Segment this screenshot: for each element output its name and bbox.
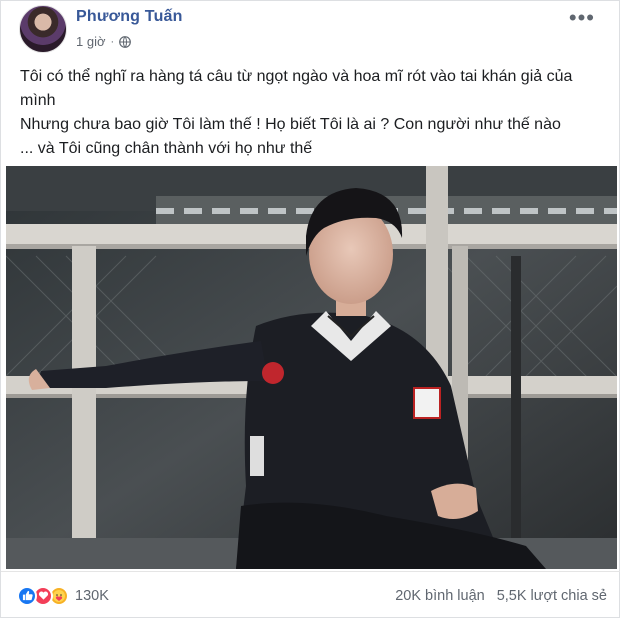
reactions-summary[interactable]: 130K (17, 585, 109, 606)
post-meta: Phương Tuấn 1 giờ · (76, 8, 183, 49)
comment-count-link[interactable]: 20K bình luận (395, 588, 485, 604)
separator-dot: · (110, 35, 115, 48)
like-icon (17, 585, 37, 606)
post-footer: 130K 20K bình luận 5,5K lượt chia sẻ (1, 571, 620, 618)
post-text: Tôi có thể nghĩ ra hàng tá câu từ ngọt n… (20, 65, 610, 161)
globe-icon[interactable] (119, 35, 132, 48)
post-time[interactable]: 1 giờ (76, 34, 106, 49)
share-count-link[interactable]: 5,5K lượt chia sẻ (497, 588, 607, 604)
post-subline: 1 giờ · (76, 34, 183, 49)
post-photo[interactable] (6, 166, 617, 569)
author-avatar[interactable] (19, 5, 67, 53)
more-options-icon[interactable]: ••• (569, 5, 595, 31)
post-header: Phương Tuấn 1 giờ · ••• (19, 5, 609, 55)
author-name[interactable]: Phương Tuấn (76, 8, 183, 26)
post-text-line: ... và Tôi cũng chân thành với họ như th… (20, 140, 313, 157)
reaction-count[interactable]: 130K (75, 588, 109, 604)
facebook-post: Phương Tuấn 1 giờ · ••• Tôi có thể nghĩ … (0, 0, 620, 618)
photo-illustration (6, 166, 617, 569)
post-text-line: Nhưng chưa bao giờ Tôi làm thế ! Họ biết… (20, 116, 561, 133)
post-text-line: Tôi có thể nghĩ ra hàng tá câu từ ngọt n… (20, 68, 573, 109)
